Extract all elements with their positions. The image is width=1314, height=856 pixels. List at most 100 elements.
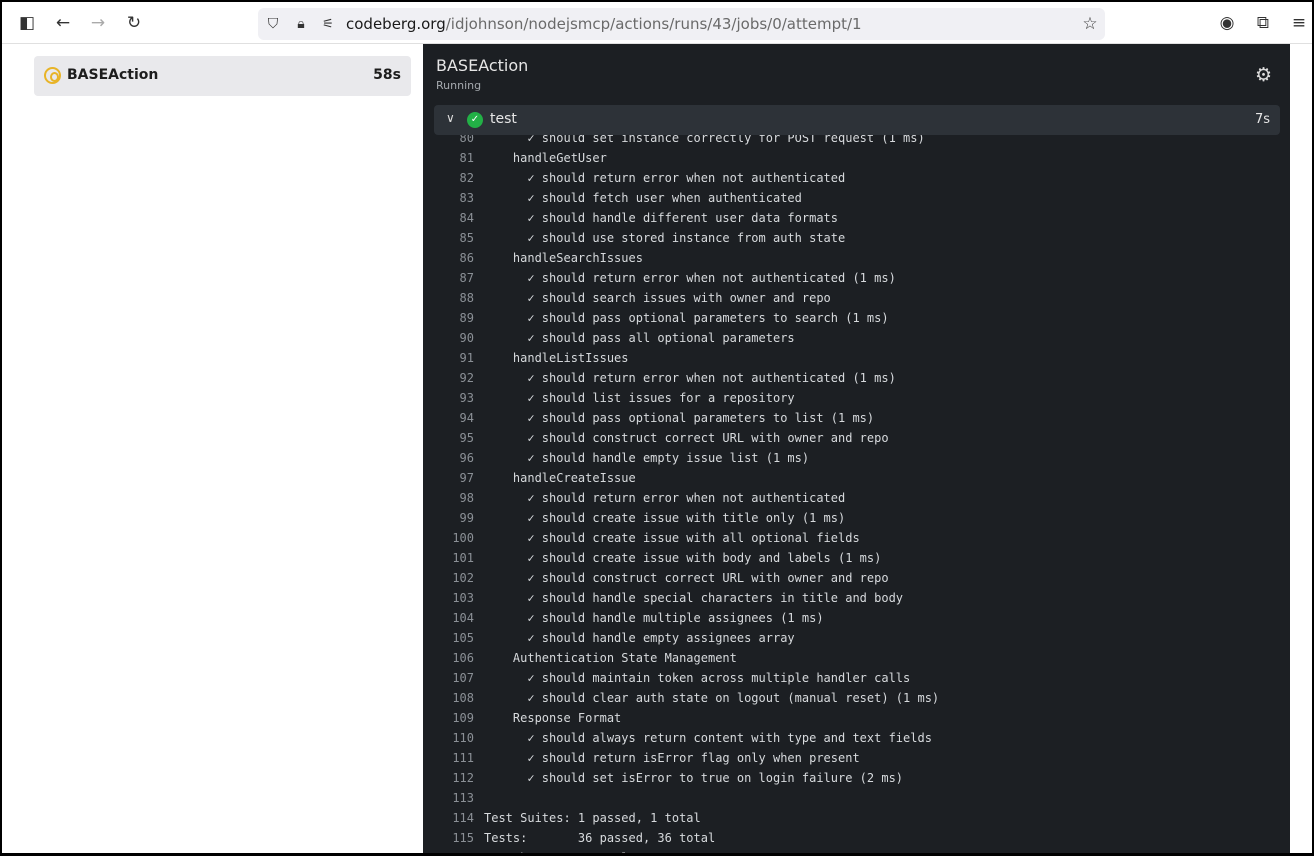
log-text: Authentication State Management: [484, 651, 737, 665]
address-bar[interactable]: ⛉ 🔒︎ ⚟ codeberg.org/idjohnson/nodejsmcp/…: [258, 8, 1105, 40]
log-line: 112 ✓ should set isError to true on logi…: [423, 768, 1290, 788]
line-number[interactable]: 100: [423, 528, 484, 548]
log-text: Test Suites: 1 passed, 1 total: [484, 811, 701, 825]
shield-icon[interactable]: ⛉: [262, 13, 284, 35]
back-button[interactable]: ←: [52, 12, 74, 34]
log-line: 95 ✓ should construct correct URL with o…: [423, 428, 1290, 448]
extensions-icon[interactable]: ⧉: [1252, 12, 1274, 34]
log-text: ✓ should handle different user data form…: [484, 211, 839, 225]
log-line: 86 handleSearchIssues: [423, 248, 1290, 268]
log-line: 90 ✓ should pass all optional parameters: [423, 328, 1290, 348]
line-number[interactable]: 92: [423, 368, 484, 388]
run-title: BASEAction: [436, 56, 529, 75]
account-icon[interactable]: ◉: [1216, 12, 1238, 34]
log-text: ✓ should create issue with all optional …: [484, 531, 860, 545]
gear-icon[interactable]: ⚙: [1255, 64, 1272, 86]
log-text: ✓ should construct correct URL with owne…: [484, 431, 889, 445]
url-text[interactable]: codeberg.org/idjohnson/nodejsmcp/actions…: [346, 15, 862, 33]
log-line: 88 ✓ should search issues with owner and…: [423, 288, 1290, 308]
lock-icon[interactable]: 🔒︎: [290, 13, 312, 35]
log-text: ✓ should create issue with body and labe…: [484, 551, 882, 565]
log-line: 96 ✓ should handle empty issue list (1 m…: [423, 448, 1290, 468]
log-line: 102 ✓ should construct correct URL with …: [423, 568, 1290, 588]
line-number[interactable]: 86: [423, 248, 484, 268]
log-text: ✓ should list issues for a repository: [484, 391, 795, 405]
log-line: 83 ✓ should fetch user when authenticate…: [423, 188, 1290, 208]
line-number[interactable]: 97: [423, 468, 484, 488]
line-number[interactable]: 83: [423, 188, 484, 208]
job-duration: 58s: [373, 67, 401, 83]
job-step-header[interactable]: ∨ ✓ test 7s: [434, 105, 1280, 135]
chevron-down-icon[interactable]: ∨: [446, 111, 455, 125]
success-check-icon: ✓: [467, 112, 483, 128]
menu-icon[interactable]: ≡: [1288, 12, 1310, 34]
log-text: ✓ should handle special characters in ti…: [484, 591, 904, 605]
line-number[interactable]: 107: [423, 668, 484, 688]
log-line: 100 ✓ should create issue with all optio…: [423, 528, 1290, 548]
line-number[interactable]: 106: [423, 648, 484, 668]
line-number[interactable]: 96: [423, 448, 484, 468]
line-number[interactable]: 111: [423, 748, 484, 768]
job-label: BASEAction: [67, 67, 159, 83]
reload-button[interactable]: ↻: [123, 12, 145, 34]
line-number[interactable]: 114: [423, 808, 484, 828]
log-text: ✓ should construct correct URL with owne…: [484, 571, 889, 585]
log-line: 93 ✓ should list issues for a repository: [423, 388, 1290, 408]
log-text: handleListIssues: [484, 351, 629, 365]
bookmark-star-icon[interactable]: ☆: [1079, 13, 1101, 35]
log-text: ✓ should pass optional parameters to lis…: [484, 411, 875, 425]
line-number[interactable]: 94: [423, 408, 484, 428]
line-number[interactable]: 113: [423, 788, 484, 808]
log-text: ✓ should clear auth state on logout (man…: [484, 691, 940, 705]
log-text: ✓ should pass all optional parameters: [484, 331, 795, 345]
line-number[interactable]: 98: [423, 488, 484, 508]
log-line: 92 ✓ should return error when not authen…: [423, 368, 1290, 388]
log-text: Tests: 36 passed, 36 total: [484, 831, 716, 845]
log-line: 109 Response Format: [423, 708, 1290, 728]
line-number[interactable]: 116: [423, 848, 484, 853]
sidebar-job-baseaction[interactable]: BASEAction 58s: [34, 56, 411, 96]
log-text: ✓ should pass optional parameters to sea…: [484, 311, 889, 325]
log-line: 110 ✓ should always return content with …: [423, 728, 1290, 748]
log-text: ✓ should return isError flag only when p…: [484, 751, 860, 765]
log-line: 103 ✓ should handle special characters i…: [423, 588, 1290, 608]
log-line: 81 handleGetUser: [423, 148, 1290, 168]
permissions-icon[interactable]: ⚟: [317, 13, 339, 35]
log-output[interactable]: 80 ✓ should set instance correctly for P…: [423, 135, 1290, 853]
line-number[interactable]: 80: [423, 135, 484, 148]
line-number[interactable]: 115: [423, 828, 484, 848]
step-duration: 7s: [1254, 112, 1270, 127]
line-number[interactable]: 87: [423, 268, 484, 288]
line-number[interactable]: 105: [423, 628, 484, 648]
line-number[interactable]: 104: [423, 608, 484, 628]
forward-button[interactable]: →: [87, 12, 109, 34]
line-number[interactable]: 109: [423, 708, 484, 728]
step-name: test: [490, 111, 517, 127]
line-number[interactable]: 95: [423, 428, 484, 448]
line-number[interactable]: 89: [423, 308, 484, 328]
line-number[interactable]: 99: [423, 508, 484, 528]
line-number[interactable]: 82: [423, 168, 484, 188]
line-number[interactable]: 101: [423, 548, 484, 568]
line-number[interactable]: 85: [423, 228, 484, 248]
line-number[interactable]: 110: [423, 728, 484, 748]
log-text: ✓ should handle multiple assignees (1 ms…: [484, 611, 824, 625]
log-text: ✓ should handle empty assignees array: [484, 631, 795, 645]
line-number[interactable]: 91: [423, 348, 484, 368]
line-number[interactable]: 112: [423, 768, 484, 788]
line-number[interactable]: 84: [423, 208, 484, 228]
log-text: ✓ should return error when not authentic…: [484, 271, 896, 285]
line-number[interactable]: 108: [423, 688, 484, 708]
log-line: 113: [423, 788, 1290, 808]
log-text: handleCreateIssue: [484, 471, 636, 485]
line-number[interactable]: 81: [423, 148, 484, 168]
sidebar-toggle-icon[interactable]: ◧: [16, 12, 38, 34]
log-text: ✓ should return error when not authentic…: [484, 371, 896, 385]
line-number[interactable]: 102: [423, 568, 484, 588]
log-line: 98 ✓ should return error when not authen…: [423, 488, 1290, 508]
line-number[interactable]: 88: [423, 288, 484, 308]
line-number[interactable]: 93: [423, 388, 484, 408]
line-number[interactable]: 90: [423, 328, 484, 348]
line-number[interactable]: 103: [423, 588, 484, 608]
log-text: ✓ should search issues with owner and re…: [484, 291, 831, 305]
